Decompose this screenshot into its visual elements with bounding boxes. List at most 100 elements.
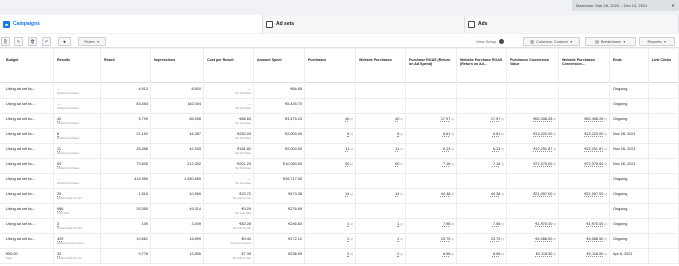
table-cell-purchases[interactable]: [305, 204, 356, 219]
column-header[interactable]: Purchase ROAS (Return on Ad Spend): [406, 49, 457, 83]
table-cell-purchases[interactable]: 11[2]: [305, 144, 356, 159]
columns-button[interactable]: ▥ Columns: Custom ▼: [523, 37, 580, 46]
column-header[interactable]: Purchases Conversion Value: [507, 49, 559, 83]
table-cell-purchases[interactable]: 2[2]: [305, 234, 356, 249]
table-cell-wroas[interactable]: 44.38[2]: [457, 189, 507, 204]
table-cell-wpcv[interactable]: €12,251.87[2]: [559, 144, 610, 159]
table-cell-roas[interactable]: [406, 99, 457, 114]
column-header[interactable]: Cost per Result: [204, 49, 254, 83]
table-cell-wroas[interactable]: 6.13[2]: [457, 144, 507, 159]
table-cell-pcv[interactable]: €72,075.00[2]: [507, 159, 559, 174]
table-cell-wp[interactable]: [356, 99, 406, 114]
delete-icon[interactable]: 🗑: [28, 37, 37, 46]
table-cell-results[interactable]: 11 Website Purchases: [54, 144, 101, 159]
table-cell-pcv[interactable]: €62,458.28[2]: [507, 114, 559, 129]
table-cell-results[interactable]: 3 Website Adds To Cart: [54, 219, 101, 234]
table-cell-wpcv[interactable]: €13,220.00[2]: [559, 129, 610, 144]
table-cell-pcv[interactable]: €21,057.00[2]: [507, 189, 559, 204]
table-cell-pcv[interactable]: €1,970.00[2]: [507, 219, 559, 234]
table-cell-wroas[interactable]: 8.96[2]: [457, 249, 507, 264]
table-cell-roas[interactable]: 44.38[2]: [406, 189, 457, 204]
table-cell-pcv[interactable]: [507, 84, 559, 99]
tab-ad-sets[interactable]: Ad sets: [263, 15, 465, 33]
table-cell-wp[interactable]: 2[2]: [356, 234, 406, 249]
column-header[interactable]: Website Purchases Conversion...: [559, 49, 610, 83]
column-header[interactable]: Link Clicks: [649, 49, 679, 83]
table-cell-purchases[interactable]: [305, 99, 356, 114]
table-row[interactable]: Using ad set bu... 3 Website Adds To Cart 1…: [0, 219, 679, 234]
rules-button[interactable]: Rules ▼: [78, 37, 106, 46]
reports-button[interactable]: Reports ▼: [639, 37, 675, 46]
table-cell-wp[interactable]: 50[2]: [356, 159, 406, 174]
table-cell-pcv[interactable]: €4,088.50[2]: [507, 234, 559, 249]
table-cell-results[interactable]: 966 Link Clicks: [54, 204, 101, 219]
table-row[interactable]: Using ad set bu... 40 Website Purchases 5,7…: [0, 114, 679, 129]
breakdown-button[interactable]: ▤ Breakdown ▼: [585, 37, 636, 46]
table-cell-wpcv[interactable]: €4,088.50[2]: [559, 234, 610, 249]
table-row[interactable]: Using ad set bu... 8 Website Purchases 21,1…: [0, 129, 679, 144]
table-cell-pcv[interactable]: [507, 174, 559, 189]
table-cell-roas[interactable]: 7.98[2]: [406, 219, 457, 234]
tab-campaigns[interactable]: ▰ Campaigns: [0, 15, 263, 33]
table-cell-wroas[interactable]: 17.97[2]: [457, 114, 507, 129]
table-cell-wroas[interactable]: 7.16[2]: [457, 159, 507, 174]
table-cell-purchases[interactable]: 14[2]: [305, 189, 356, 204]
table-cell-wpcv[interactable]: [559, 204, 610, 219]
table-cell-results[interactable]: 32 Website Adds To Cart: [54, 249, 101, 264]
table-cell-pcv[interactable]: €12,251.87[2]: [507, 144, 559, 159]
column-header[interactable]: Impressions: [151, 49, 204, 83]
table-cell-results[interactable]: 20 Website Adds To Cart: [54, 189, 101, 204]
column-header[interactable]: Reach: [101, 49, 151, 83]
table-cell-wroas[interactable]: 23.75[2]: [457, 234, 507, 249]
table-cell-wpcv[interactable]: [559, 174, 610, 189]
table-cell-pcv[interactable]: €13,220.00[2]: [507, 129, 559, 144]
table-cell-roas[interactable]: [406, 174, 457, 189]
duplicate-icon[interactable]: ⎘: [1, 37, 10, 46]
table-cell-wpcv[interactable]: €21,057.00[2]: [559, 189, 610, 204]
column-header[interactable]: Results: [54, 49, 101, 83]
table-cell-purchases[interactable]: [305, 84, 356, 99]
table-row[interactable]: Using ad set bu... 11 Website Purchases 25,…: [0, 144, 679, 159]
table-cell-purchases[interactable]: 2[2]: [305, 249, 356, 264]
table-cell-results[interactable]: 8 Website Purchases: [54, 129, 101, 144]
table-cell-wroas[interactable]: [457, 174, 507, 189]
table-cell-wpcv[interactable]: €1,970.00[2]: [559, 219, 610, 234]
table-cell-pcv[interactable]: €2,118.50[2]: [507, 249, 559, 264]
table-cell-roas[interactable]: 7.16[2]: [406, 159, 457, 174]
column-header[interactable]: Amount Spent: [254, 49, 305, 83]
tag-icon[interactable]: ⬥: [58, 37, 71, 46]
table-cell-roas[interactable]: 6.13[2]: [406, 144, 457, 159]
table-cell-purchases[interactable]: 40[2]: [305, 114, 356, 129]
table-cell-wpcv[interactable]: €62,458.28[2]: [559, 114, 610, 129]
table-cell-results[interactable]: — Website Purchases: [54, 174, 101, 189]
table-cell-results[interactable]: 50 Website Purchases: [54, 159, 101, 174]
table-row[interactable]: Using ad set bu... 966 Link Clicks 29,350 49…: [0, 204, 679, 219]
table-cell-results[interactable]: — Website Purchases: [54, 99, 101, 114]
table-cell-pcv[interactable]: [507, 204, 559, 219]
table-cell-wp[interactable]: 1[2]: [356, 219, 406, 234]
table-cell-results[interactable]: 40 Website Purchases: [54, 114, 101, 129]
table-row[interactable]: Using ad set bu... — Website Purchases 414,…: [0, 174, 679, 189]
table-row[interactable]: Using ad set bu... — Website Purchases 83,6…: [0, 99, 679, 114]
undo-icon[interactable]: ↶: [42, 37, 51, 46]
table-cell-wp[interactable]: 40[2]: [356, 114, 406, 129]
table-cell-wpcv[interactable]: €2,118.50[2]: [559, 249, 610, 264]
table-cell-wp[interactable]: [356, 174, 406, 189]
date-range-picker[interactable]: Maximum: Mar 28, 2020 – Dec 14, 2021 ▼: [572, 0, 679, 11]
table-cell-wp[interactable]: 8[2]: [356, 129, 406, 144]
view-setup-toggle[interactable]: View Setup: [476, 37, 505, 46]
table-cell-wpcv[interactable]: [559, 84, 610, 99]
table-row[interactable]: €50.00 Daily 32 Website Adds To Cart 9,776 12…: [0, 249, 679, 264]
table-cell-wpcv[interactable]: €72,075.00[2]: [559, 159, 610, 174]
table-cell-results[interactable]: 425 Website Views Content: [54, 234, 101, 249]
column-header[interactable]: Ends: [610, 49, 649, 83]
table-cell-wp[interactable]: [356, 84, 406, 99]
table-cell-purchases[interactable]: 50[2]: [305, 159, 356, 174]
table-cell-roas[interactable]: 17.97[2]: [406, 114, 457, 129]
table-cell-wp[interactable]: 11[2]: [356, 144, 406, 159]
table-cell-pcv[interactable]: [507, 99, 559, 114]
table-row[interactable]: Using ad set bu... 425 Website Views Conte…: [0, 234, 679, 249]
table-cell-wp[interactable]: 2[2]: [356, 249, 406, 264]
table-cell-results[interactable]: — Website Purchases: [54, 84, 101, 99]
table-cell-purchases[interactable]: 8[2]: [305, 129, 356, 144]
